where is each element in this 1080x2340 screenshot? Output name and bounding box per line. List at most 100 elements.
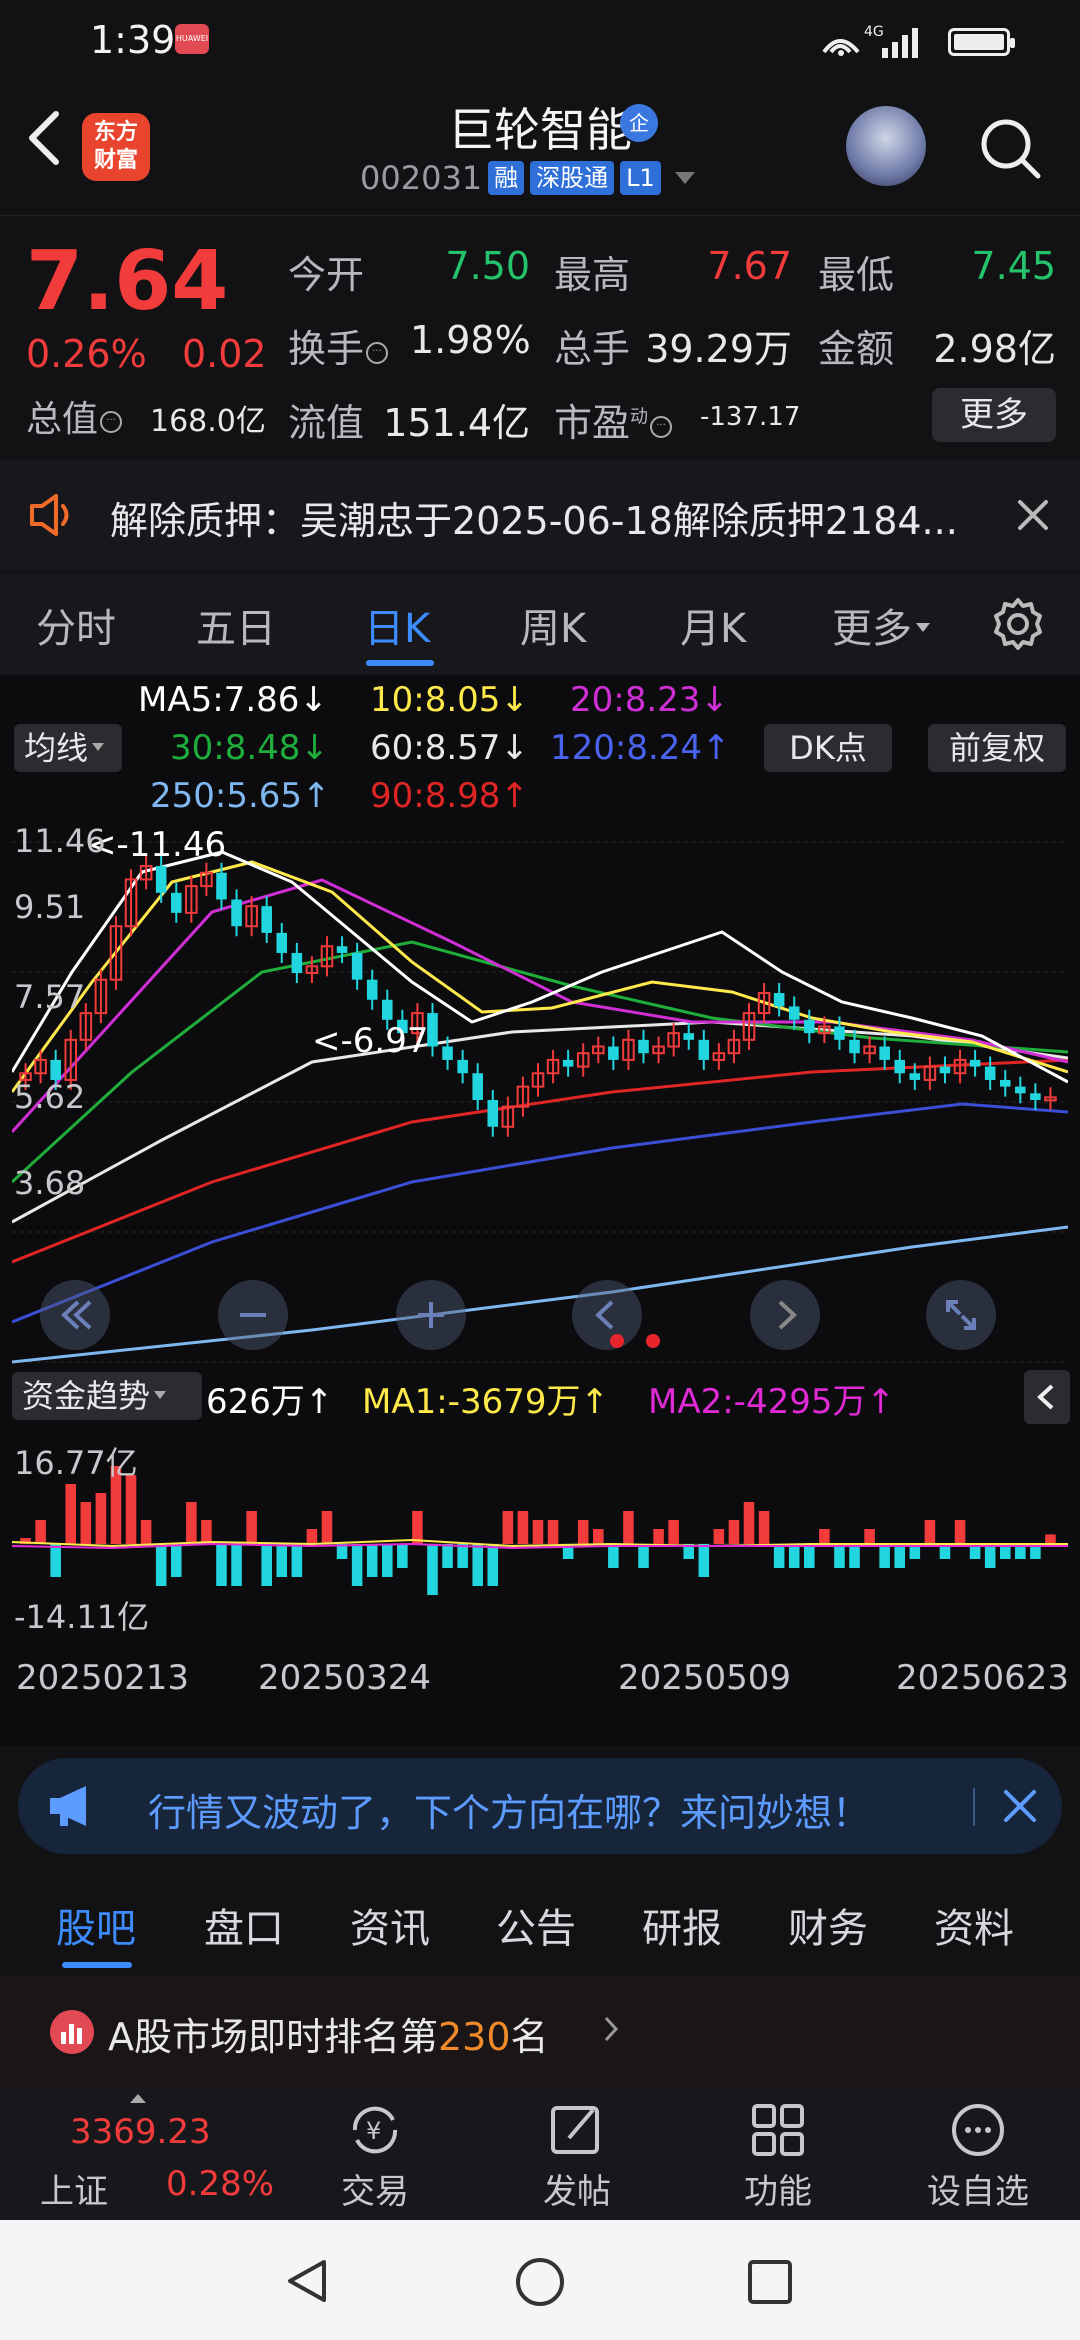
nav-back-icon[interactable] (282, 2256, 332, 2306)
zoom-in-button[interactable] (396, 1280, 466, 1350)
index-value[interactable]: 3369.23 (70, 2112, 211, 2152)
tab-five-day[interactable]: 五日 (196, 596, 276, 654)
fund-bar (713, 1529, 725, 1544)
close-icon[interactable] (1000, 1786, 1040, 1826)
fund-flow-chart[interactable]: 16.77亿 -14.11亿 (12, 1434, 1068, 1634)
minus-icon (240, 1313, 266, 1317)
chevron-right-icon (604, 2016, 619, 2042)
candle (155, 866, 167, 893)
fund-bar (186, 1502, 197, 1544)
indicator-selector[interactable]: 资金趋势 (12, 1372, 202, 1420)
tab-forum[interactable]: 股吧 (56, 1896, 136, 1954)
candle (939, 1066, 951, 1074)
stock-header: 东方 财富 巨轮智能 企 002031 融 深股通 L1 (0, 80, 1080, 215)
search-icon[interactable] (978, 116, 1044, 182)
tab-news[interactable]: 资讯 (350, 1896, 430, 1954)
active-tab-indicator (366, 660, 434, 666)
plus-icon (418, 1302, 444, 1328)
tab-weekly-k[interactable]: 周K (520, 596, 586, 654)
more-quote-button[interactable]: 更多 (932, 388, 1056, 442)
fund-bar (412, 1511, 423, 1544)
add-watchlist-button[interactable]: 设自选 (918, 2100, 1038, 2213)
post-button[interactable]: 发帖 (517, 2100, 637, 2213)
tab-intraday[interactable]: 分时 (36, 596, 116, 654)
banner-text: 行情又波动了，下个方向在哪？来问妙想！ (148, 1791, 871, 1835)
candle (382, 999, 393, 1020)
banner-divider (973, 1788, 975, 1826)
fullscreen-button[interactable] (926, 1280, 996, 1350)
candle (487, 1099, 499, 1127)
change-percent: 0.26% (26, 332, 147, 376)
fund-y-top: 16.77亿 (14, 1444, 138, 1482)
dk-point-button[interactable]: DK点 (764, 724, 892, 772)
fund-bar (834, 1544, 845, 1568)
fund-bar (623, 1511, 634, 1544)
tab-financials[interactable]: 财务 (788, 1896, 868, 1954)
ai-assistant-banner[interactable]: 行情又波动了，下个方向在哪？来问妙想！ (18, 1758, 1062, 1854)
tab-more-periods[interactable]: 更多 (832, 596, 930, 654)
pe-label[interactable]: 市盈动 ··· (554, 392, 673, 447)
candle (683, 1033, 694, 1040)
fund-bar (382, 1544, 393, 1577)
expand-panel-button[interactable] (1024, 1370, 1070, 1424)
fund-bar (397, 1544, 408, 1568)
ma30-line (12, 940, 1068, 1184)
adjustment-button[interactable]: 前复权 (928, 724, 1066, 772)
fund-bar (894, 1544, 906, 1568)
assistant-avatar-icon[interactable] (846, 106, 926, 186)
fund-bar (608, 1544, 619, 1568)
fund-bar (427, 1544, 438, 1595)
scroll-right-button[interactable] (750, 1280, 820, 1350)
tab-announcements[interactable]: 公告 (496, 1896, 576, 1954)
tag-shenzhen-connect: 深股通 (530, 161, 615, 195)
fund-bar (246, 1511, 257, 1544)
tab-research[interactable]: 研报 (642, 1896, 722, 1954)
fund-bar (653, 1529, 664, 1544)
fund-bar (864, 1529, 875, 1544)
fund-bar (65, 1484, 77, 1544)
functions-button[interactable]: 功能 (718, 2100, 838, 2213)
candle (804, 1019, 815, 1034)
enterprise-badge: 企 (620, 104, 658, 142)
ma90-label: 90:8.98↑ (370, 776, 529, 816)
fund-bar (457, 1544, 468, 1568)
ma120-label: 120:8.24↑ (550, 728, 731, 768)
tab-orderbook[interactable]: 盘口 (204, 1896, 284, 1954)
tab-daily-k[interactable]: 日K (364, 596, 430, 654)
scroll-left-button[interactable] (572, 1280, 642, 1350)
ma20-line (12, 878, 1068, 1134)
market-cap-label[interactable]: 总值 ··· (26, 390, 123, 442)
chart-controls (0, 1270, 1080, 1360)
fund-bar (577, 1520, 589, 1544)
caret-down-icon (154, 1391, 167, 1399)
nav-recents-icon[interactable] (746, 2258, 794, 2306)
page-dot (610, 1334, 624, 1348)
fund-bar (201, 1520, 212, 1544)
turnover-label[interactable]: 换手 ··· (288, 318, 389, 373)
zoom-out-button[interactable] (218, 1280, 288, 1350)
stock-code-row[interactable]: 002031 融 深股通 L1 (360, 158, 695, 198)
open-value: 7.50 (445, 244, 530, 288)
fund-bar (321, 1511, 333, 1544)
ma-selector[interactable]: 均线 (14, 724, 122, 772)
candle (351, 952, 363, 980)
quote-panel: 7.64 0.26% 0.02 今开 7.50 最高 7.67 最低 7.45 … (0, 215, 1080, 455)
footer-toolbar: 3369.23 上证 0.28% ¥ 交易 发帖 功能 设自选 (0, 2086, 1080, 2220)
tab-profile[interactable]: 资料 (934, 1896, 1014, 1954)
chevron-left-icon (1037, 1384, 1054, 1410)
gear-icon[interactable] (990, 596, 1046, 652)
tab-monthly-k[interactable]: 月K (680, 596, 746, 654)
fund-bar (804, 1544, 815, 1568)
fund-bar (216, 1544, 227, 1586)
market-cap-value: 168.0亿 (150, 404, 266, 439)
trade-button[interactable]: ¥ 交易 (315, 2100, 435, 2213)
notice-bar[interactable]: 解除质押：吴潮忠于2025-06-18解除质押2184... (0, 460, 1080, 570)
scroll-start-button[interactable] (40, 1280, 110, 1350)
fund-bar (517, 1511, 529, 1544)
fund-bar (788, 1544, 800, 1568)
close-icon[interactable] (1014, 496, 1052, 534)
chart-area: MA5:7.86↓ 10:8.05↓ 20:8.23↓ 均线 30:8.48↓ … (0, 676, 1080, 1746)
ma5-line (12, 850, 1068, 1084)
nav-home-icon[interactable] (514, 2256, 566, 2308)
market-rank-row[interactable]: A股市场即时排名第230名 (0, 1976, 1080, 2086)
